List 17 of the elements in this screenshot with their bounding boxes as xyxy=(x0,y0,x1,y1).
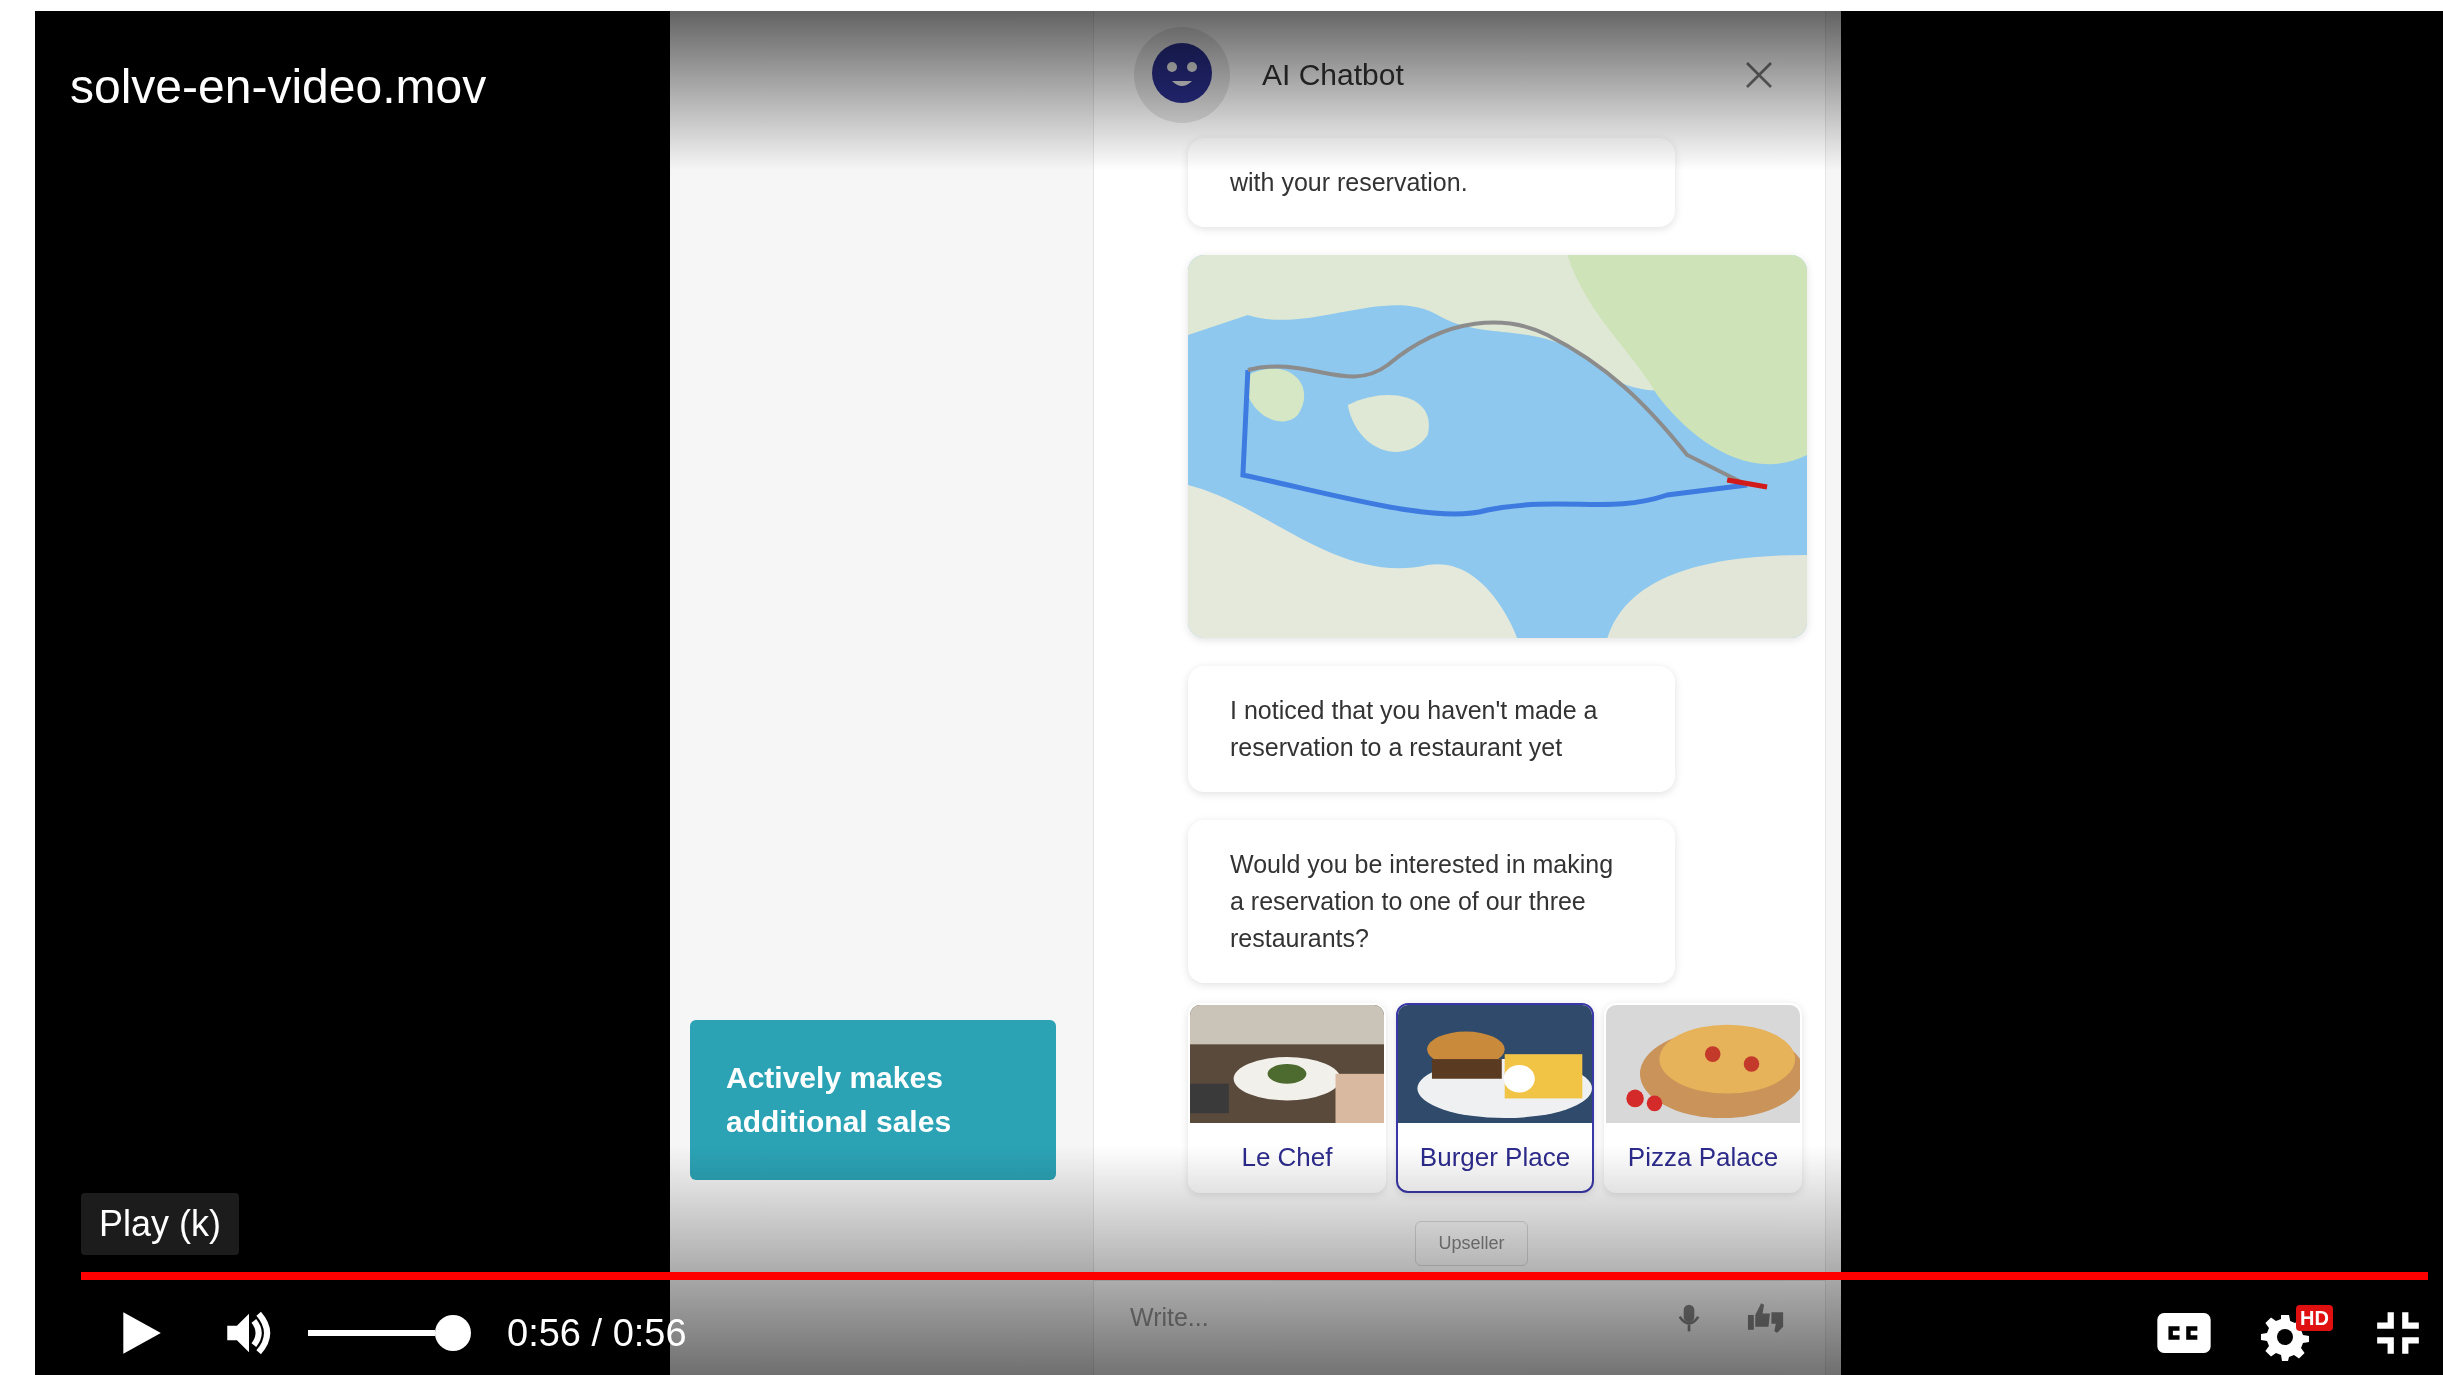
volume-slider-thumb[interactable] xyxy=(435,1315,471,1351)
time-display: 0:56 / 0:56 xyxy=(507,1310,687,1356)
chat-bubble: I noticed that you haven't made a reservation to a restaurant yet xyxy=(1188,666,1675,792)
video-title: solve-en-video.mov xyxy=(70,59,487,115)
chat-bubble: Would you be interested in making a reservation to one of our three restaurants? xyxy=(1188,820,1675,983)
tooltip: Play (k) xyxy=(81,1193,239,1255)
captions-icon[interactable] xyxy=(2157,1313,2211,1353)
message-input[interactable]: Write... xyxy=(1130,1299,1633,1337)
robot-avatar-icon xyxy=(1132,24,1232,125)
restaurant-card[interactable]: Le Chef xyxy=(1188,1003,1386,1193)
tag-label: Upseller xyxy=(1415,1221,1528,1266)
callout: Actively makes additional sales xyxy=(690,1020,1056,1180)
restaurant-card[interactable]: Pizza Palace xyxy=(1604,1003,1802,1193)
chat-title: AI Chatbot xyxy=(1262,57,1405,93)
chat-bubble: with your reservation. xyxy=(1188,138,1675,227)
hd-badge: HD xyxy=(2296,1305,2333,1331)
restaurant-card[interactable]: Burger Place xyxy=(1396,1003,1594,1193)
